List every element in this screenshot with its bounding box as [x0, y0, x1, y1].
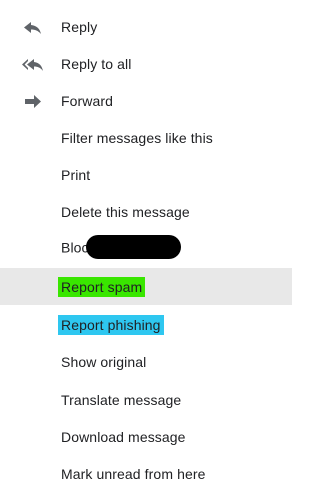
- reply-all-icon: [22, 54, 44, 74]
- menu-item-label: Forward: [61, 92, 114, 109]
- forward-icon: [22, 91, 44, 111]
- menu-item-report-phishing[interactable]: Report phishing: [0, 306, 292, 343]
- menu-item-label: Mark unread from here: [61, 465, 206, 482]
- menu-item-report-spam[interactable]: Report spam: [0, 268, 292, 305]
- message-options-menu: Reply Reply to all Forward Filter messag…: [0, 0, 292, 499]
- menu-item-label: Filter messages like this: [61, 129, 213, 146]
- menu-item-download-message[interactable]: Download message: [0, 418, 292, 455]
- menu-item-translate-message[interactable]: Translate message: [0, 381, 292, 418]
- menu-item-label: Reply to all: [61, 55, 132, 72]
- menu-item-label: Reply: [61, 18, 98, 35]
- menu-item-reply[interactable]: Reply: [0, 8, 292, 45]
- reply-icon: [22, 17, 44, 37]
- menu-item-label: Translate message: [61, 391, 182, 408]
- menu-item-label: Report spam: [58, 276, 146, 297]
- menu-item-label: Print: [61, 166, 91, 183]
- menu-item-label: Delete this message: [61, 203, 190, 220]
- menu-item-block-sender[interactable]: Block: [0, 230, 292, 267]
- menu-item-reply-to-all[interactable]: Reply to all: [0, 45, 292, 82]
- menu-item-print[interactable]: Print: [0, 156, 292, 193]
- menu-item-filter-messages[interactable]: Filter messages like this: [0, 119, 292, 156]
- menu-item-label: Report phishing: [58, 314, 164, 335]
- menu-item-label: Show original: [61, 353, 147, 370]
- menu-item-mark-unread[interactable]: Mark unread from here: [0, 455, 292, 492]
- menu-item-show-original[interactable]: Show original: [0, 343, 292, 380]
- redacted-sender-name: [85, 234, 181, 259]
- menu-item-label: Download message: [61, 428, 186, 445]
- menu-item-delete-message[interactable]: Delete this message: [0, 193, 292, 230]
- menu-item-forward[interactable]: Forward: [0, 82, 292, 119]
